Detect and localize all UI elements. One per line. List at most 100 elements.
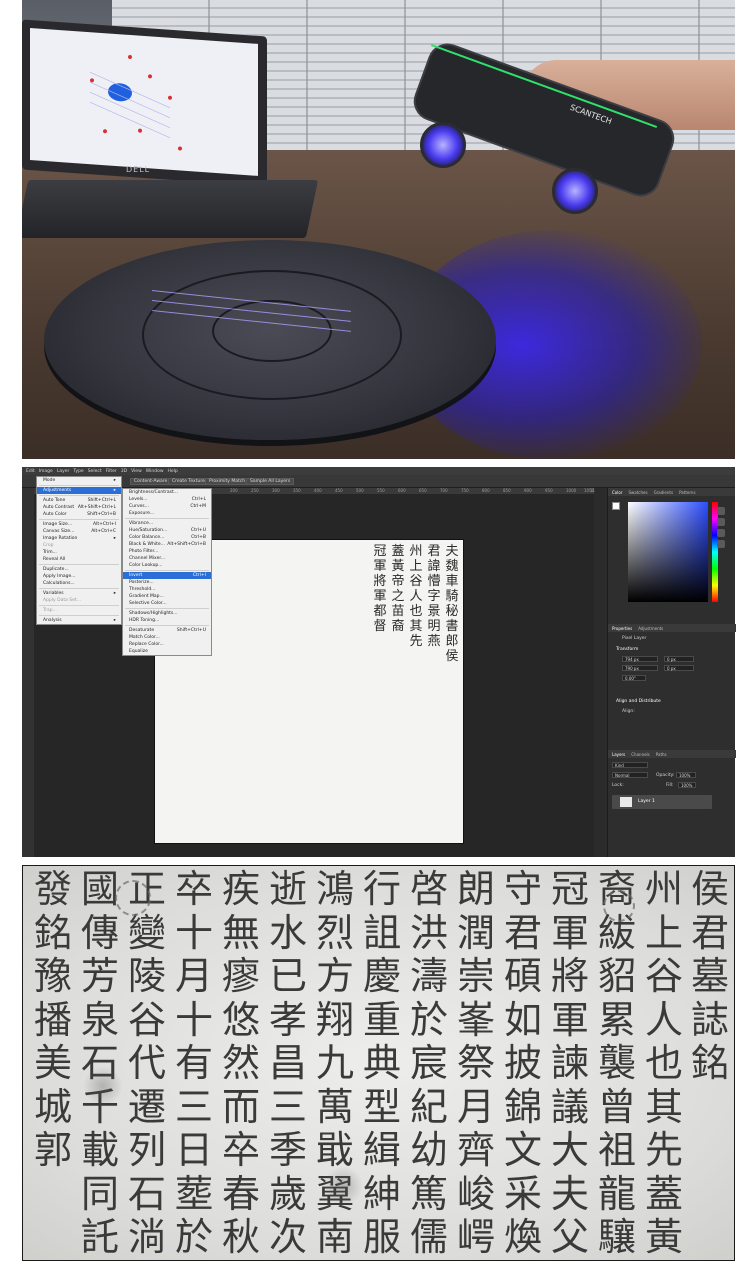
- menu-edit[interactable]: Edit: [26, 469, 35, 474]
- menu-item-label: Channel Mixer...: [129, 556, 166, 561]
- ruler-tick: 850: [503, 488, 511, 493]
- height-field[interactable]: 790 px: [622, 665, 658, 671]
- fill-field[interactable]: 100%: [678, 782, 696, 788]
- adjustments-item-desaturate[interactable]: Desaturate Shift+Ctrl+U: [123, 627, 211, 634]
- tab-gradients[interactable]: Gradients: [654, 490, 674, 495]
- ruler-tick: 600: [398, 488, 406, 493]
- menu-help[interactable]: Help: [168, 469, 178, 474]
- adjustments-item-replace-color[interactable]: Replace Color...: [123, 641, 211, 648]
- image-menu-item-image-rotation[interactable]: Image Rotation ▸: [37, 535, 121, 542]
- menu-item-label: Analysis: [43, 618, 62, 623]
- foreground-color-swatch[interactable]: [612, 502, 620, 510]
- image-menu-item-variables[interactable]: Variables ▸: [37, 590, 121, 597]
- photoshop-window: Edit Image Layer Type Select Filter 3D V…: [22, 467, 736, 857]
- width-field[interactable]: 794 px: [622, 656, 658, 662]
- image-menu-item-calculations[interactable]: Calculations...: [37, 580, 121, 587]
- image-menu-item-apply-data-set: Apply Data Set...: [37, 597, 121, 604]
- blend-mode-select[interactable]: Normal: [612, 772, 648, 778]
- character-icon[interactable]: [717, 529, 725, 537]
- adjustments-item-levels[interactable]: Levels... Ctrl+L: [123, 496, 211, 503]
- adjustments-item-selective-color[interactable]: Selective Color...: [123, 600, 211, 607]
- brush-icon[interactable]: [717, 518, 725, 526]
- menu-item-label: Photo Filter...: [129, 549, 159, 554]
- scanner-lens: [552, 168, 598, 214]
- menu-item-label: Color Balance...: [129, 535, 165, 540]
- menu-shortcut: Ctrl+I: [192, 573, 206, 578]
- adjustments-item-curves[interactable]: Curves... Ctrl+M: [123, 503, 211, 510]
- menu-shortcut: Alt+Shift+Ctrl+B: [167, 542, 206, 547]
- inscription-column: 侯君墓誌銘: [690, 867, 729, 1085]
- menu-shortcut: Alt+Ctrl+I: [93, 522, 116, 527]
- adjustments-item-posterize[interactable]: Posterize...: [123, 579, 211, 586]
- layer-row[interactable]: Layer 1: [612, 795, 712, 809]
- ruler-tick: 900: [524, 488, 532, 493]
- angle-field[interactable]: 0.00°: [622, 675, 646, 681]
- menu-type[interactable]: Type: [73, 469, 83, 474]
- image-menu-item-auto-contrast[interactable]: Auto Contrast Alt+Shift+Ctrl+L: [37, 504, 121, 511]
- paragraph-icon[interactable]: [717, 540, 725, 548]
- image-menu-item-mode[interactable]: Mode ▸: [37, 477, 121, 484]
- adjustments-item-equalize[interactable]: Equalize: [123, 648, 211, 655]
- image-menu-item-apply-image[interactable]: Apply Image...: [37, 573, 121, 580]
- menu-separator: [39, 588, 119, 589]
- adjustments-item-shadows-highlights[interactable]: Shadows/Highlights...: [123, 610, 211, 617]
- history-icon[interactable]: [717, 507, 725, 515]
- menu-image[interactable]: Image: [39, 469, 53, 474]
- adjustments-item-exposure[interactable]: Exposure...: [123, 510, 211, 517]
- adjustments-item-color-balance[interactable]: Color Balance... Ctrl+B: [123, 534, 211, 541]
- adjustments-item-threshold[interactable]: Threshold...: [123, 586, 211, 593]
- x-field[interactable]: 0 px: [664, 656, 694, 662]
- adjustments-item-invert[interactable]: Invert Ctrl+I: [123, 572, 211, 579]
- adjustments-item-photo-filter[interactable]: Photo Filter...: [123, 548, 211, 555]
- image-menu-item-auto-color[interactable]: Auto Color Shift+Ctrl+B: [37, 511, 121, 518]
- content-aware-button[interactable]: Content-Aware: [130, 478, 172, 485]
- image-menu-item-trim[interactable]: Trim...: [37, 549, 121, 556]
- tools-panel: [22, 488, 34, 857]
- proximity-match-button[interactable]: Proximity Match: [205, 478, 250, 485]
- adjustments-item-vibrance[interactable]: Vibrance...: [123, 520, 211, 527]
- menu-3d[interactable]: 3D: [121, 469, 127, 474]
- tab-color[interactable]: Color: [612, 490, 622, 495]
- sample-all-layers-checkbox[interactable]: Sample All Layers: [246, 478, 295, 485]
- menu-select[interactable]: Select: [88, 469, 102, 474]
- menu-filter[interactable]: Filter: [106, 469, 117, 474]
- y-field[interactable]: 0 px: [664, 665, 694, 671]
- image-menu-item-image-size[interactable]: Image Size... Alt+Ctrl+I: [37, 521, 121, 528]
- adjustments-item-hue-saturation[interactable]: Hue/Saturation... Ctrl+U: [123, 527, 211, 534]
- adjustments-item-channel-mixer[interactable]: Channel Mixer...: [123, 555, 211, 562]
- adjustments-item-match-color[interactable]: Match Color...: [123, 634, 211, 641]
- menu-window[interactable]: Window: [146, 469, 164, 474]
- menu-item-label: Curves...: [129, 504, 149, 509]
- adjustments-item-color-lookup[interactable]: Color Lookup...: [123, 562, 211, 569]
- opacity-field[interactable]: 100%: [676, 772, 696, 778]
- adjustments-item-hdr-toning[interactable]: HDR Toning...: [123, 617, 211, 624]
- menu-item-label: Calculations...: [43, 581, 75, 586]
- menu-item-label: Canvas Size...: [43, 529, 75, 534]
- tab-adjustments[interactable]: Adjustments: [638, 626, 663, 631]
- adjustments-item-brightness-contrast[interactable]: Brightness/Contrast...: [123, 489, 211, 496]
- menu-item-label: Reveal All: [43, 557, 66, 562]
- laptop-display: [30, 27, 258, 176]
- adjustments-item-gradient-map[interactable]: Gradient Map...: [123, 593, 211, 600]
- align-label: Align:: [622, 709, 635, 714]
- color-picker-field[interactable]: [628, 502, 708, 602]
- tab-layers[interactable]: Layers: [612, 752, 625, 757]
- tab-properties[interactable]: Properties: [612, 626, 632, 631]
- image-menu-item-analysis[interactable]: Analysis ▸: [37, 617, 121, 624]
- adjustments-item-black-white[interactable]: Black & White... Alt+Shift+Ctrl+B: [123, 541, 211, 548]
- image-menu-item-reveal-all[interactable]: Reveal All: [37, 556, 121, 563]
- image-menu-item-canvas-size[interactable]: Canvas Size... Alt+Ctrl+C: [37, 528, 121, 535]
- create-texture-button[interactable]: Create Texture: [168, 478, 209, 485]
- image-menu-item-adjustments[interactable]: Adjustments ▸: [37, 487, 121, 494]
- doc-column: 州上谷人也其先: [409, 544, 423, 649]
- kind-filter-select[interactable]: Kind: [612, 762, 648, 768]
- image-menu-item-auto-tone[interactable]: Auto Tone Shift+Ctrl+L: [37, 497, 121, 504]
- tab-patterns[interactable]: Patterns: [679, 490, 695, 495]
- menu-view[interactable]: View: [131, 469, 142, 474]
- tab-channels[interactable]: Channels: [631, 752, 650, 757]
- image-menu-item-duplicate[interactable]: Duplicate...: [37, 566, 121, 573]
- tab-swatches[interactable]: Swatches: [628, 490, 647, 495]
- tab-paths[interactable]: Paths: [656, 752, 667, 757]
- menu-layer[interactable]: Layer: [57, 469, 70, 474]
- inscription-column: 國傳芳泉石千載同託: [80, 867, 119, 1259]
